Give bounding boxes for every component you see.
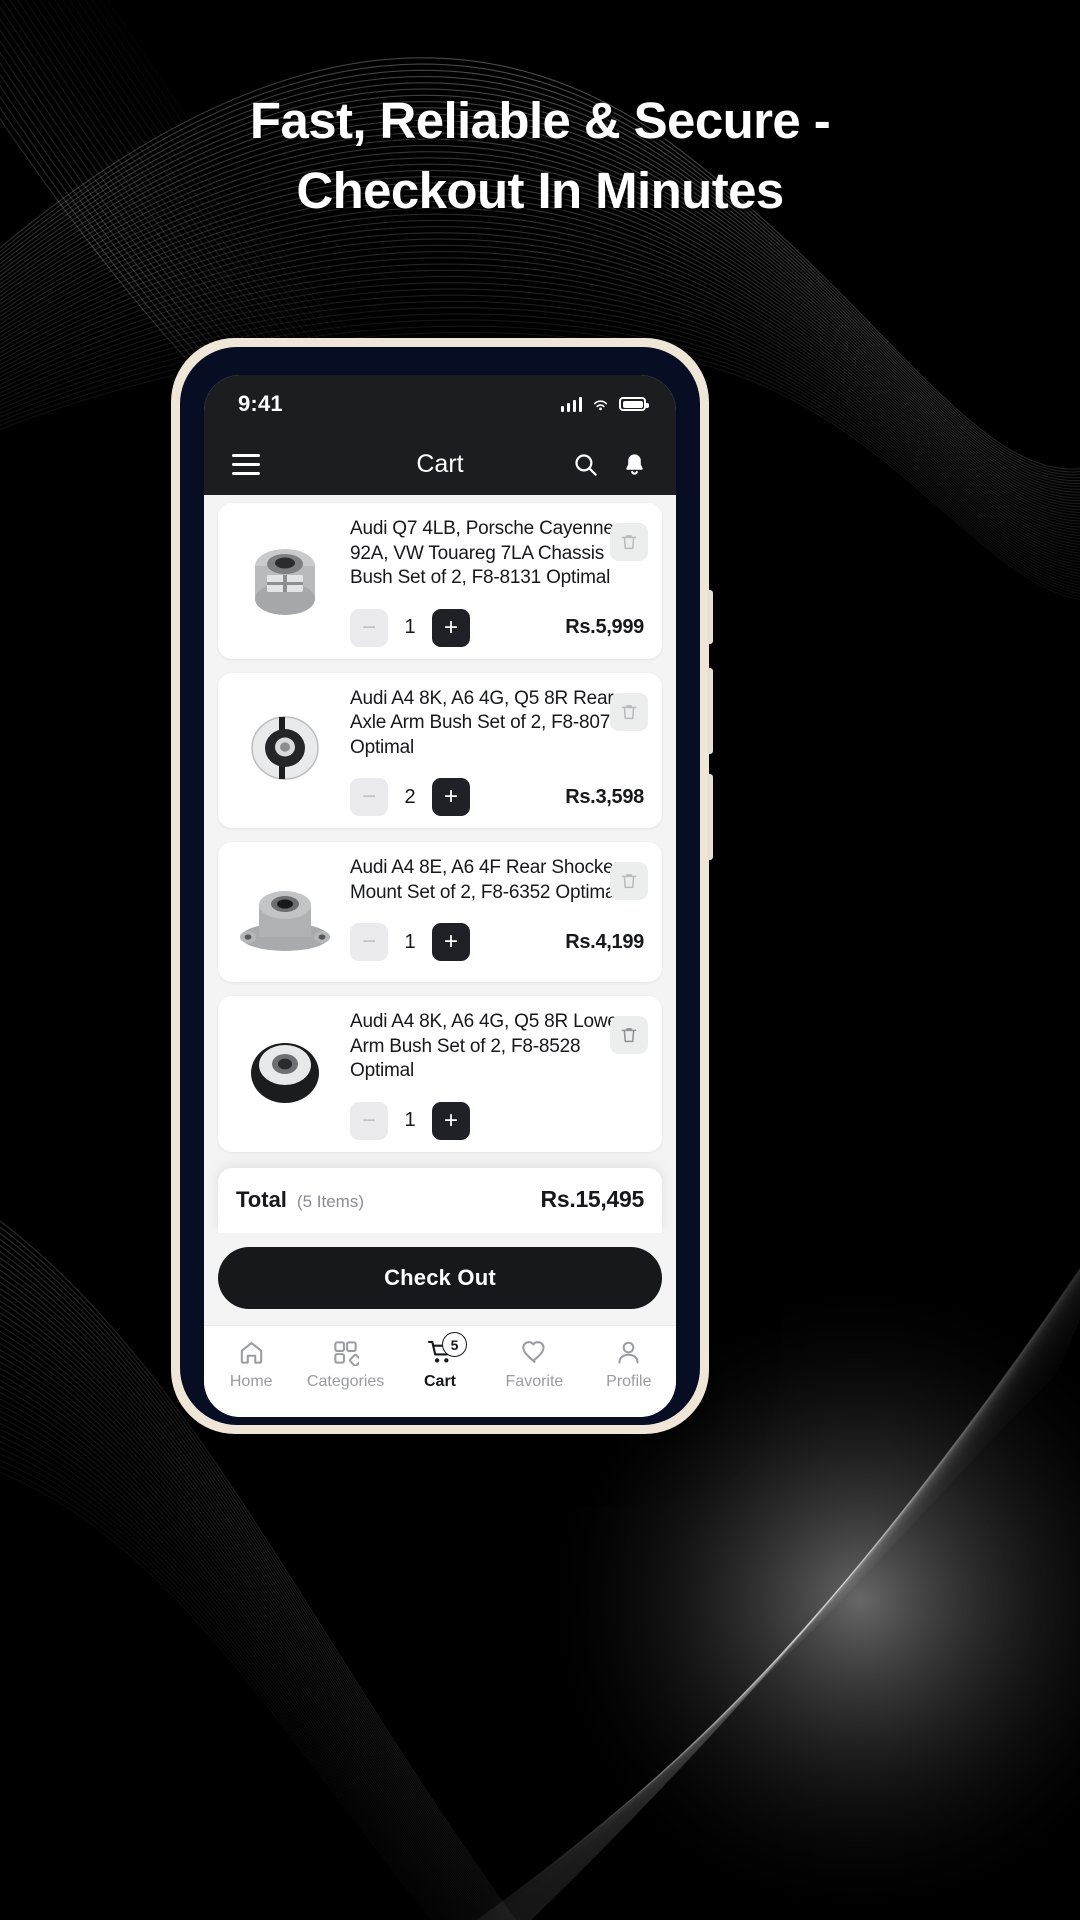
headline-line-2: Checkout In Minutes — [296, 162, 784, 220]
checkout-button[interactable]: Check Out — [218, 1247, 662, 1309]
product-title: Audi A4 8K, A6 4G, Q5 8R Rear Axle Arm B… — [350, 687, 621, 758]
lower-arm-bush-image — [251, 1043, 319, 1103]
cart-item-row[interactable]: Audi A4 8K, A6 4G, Q5 8R Lower Arm Bush … — [218, 996, 662, 1152]
cart-item-controls: − 2 + Rs.3,598 — [350, 778, 644, 816]
phone-screen: 9:41 Cart Audi Q7 4LB, Porsche Cayenne 9… — [204, 375, 676, 1417]
bell-icon[interactable] — [621, 451, 648, 478]
tab-label: Cart — [424, 1373, 457, 1390]
cart-item-details: Audi Q7 4LB, Porsche Cayenne 92A, VW Tou… — [350, 517, 648, 647]
shocker-mount-image — [240, 891, 330, 951]
quantity-value: 2 — [404, 785, 416, 808]
remove-item-button[interactable] — [610, 1016, 648, 1054]
cart-total-bar: Total (5 Items) Rs.15,495 — [218, 1168, 662, 1233]
trash-icon — [621, 1028, 637, 1043]
decrease-quantity-button[interactable]: − — [350, 778, 388, 816]
heart-icon — [522, 1341, 545, 1363]
quantity-stepper: − 1 + — [350, 1101, 470, 1140]
cart-item-details: Audi A4 8K, A6 4G, Q5 8R Rear Axle Arm B… — [350, 687, 648, 816]
cart-badge: 5 — [442, 1332, 468, 1357]
bottom-navigation: Home Categories 5 Cart Favorite Profile — [204, 1325, 676, 1417]
search-icon[interactable] — [572, 451, 599, 478]
tab-label: Categories — [306, 1373, 385, 1390]
remove-item-button[interactable] — [610, 523, 648, 561]
remove-item-button[interactable] — [610, 692, 648, 731]
product-thumbnail — [232, 525, 338, 631]
remove-item-button[interactable] — [610, 862, 648, 900]
headline-line-1: Fast, Reliable & Secure - — [249, 92, 831, 149]
signal-bars-icon — [560, 396, 582, 412]
tab-favorite[interactable]: Favorite — [487, 1339, 581, 1391]
total-amount: Rs.15,495 — [540, 1186, 645, 1212]
hamburger-menu-icon[interactable] — [232, 453, 260, 475]
quantity-value: 1 — [404, 1109, 416, 1131]
tab-label: Profile — [606, 1373, 652, 1390]
cart-item-row[interactable]: Audi A4 8K, A6 4G, Q5 8R Rear Axle Arm B… — [218, 672, 662, 828]
trash-icon — [621, 704, 637, 719]
quantity-value: 1 — [404, 616, 416, 638]
status-bar-time: 9:41 — [238, 391, 283, 416]
trash-icon — [621, 535, 637, 550]
quantity-stepper: − 2 + — [350, 778, 470, 816]
axle-arm-bush-image — [251, 715, 319, 780]
tab-categories[interactable]: Categories — [298, 1339, 392, 1391]
product-price: Rs.4,199 — [565, 930, 644, 953]
tab-label: Home — [229, 1373, 273, 1390]
tab-label: Favorite — [505, 1373, 564, 1390]
cart-item-row[interactable]: Audi A4 8E, A6 4F Rear Shocker Mount Set… — [218, 842, 662, 982]
trash-icon — [621, 874, 637, 889]
product-thumbnail — [232, 864, 338, 970]
grid-icon — [334, 1341, 360, 1366]
increase-quantity-button[interactable]: + — [432, 608, 470, 647]
quantity-stepper: − 1 + — [350, 608, 470, 647]
decrease-quantity-button[interactable]: − — [350, 1101, 388, 1140]
product-thumbnail — [232, 1018, 338, 1124]
phone-side-button-volume-down — [707, 774, 713, 860]
quantity-value: 1 — [404, 930, 416, 953]
tab-cart[interactable]: 5 Cart — [393, 1332, 487, 1391]
cart-item-row[interactable]: Audi Q7 4LB, Porsche Cayenne 92A, VW Tou… — [218, 503, 662, 659]
product-thumbnail — [232, 695, 338, 801]
increase-quantity-button[interactable]: + — [432, 923, 470, 961]
product-title: Audi Q7 4LB, Porsche Cayenne 92A, VW Tou… — [350, 518, 614, 588]
page-headline: Fast, Reliable & Secure - Checkout In Mi… — [0, 86, 1080, 227]
increase-quantity-button[interactable]: + — [432, 778, 470, 816]
total-label: Total — [236, 1187, 287, 1212]
wifi-icon — [593, 399, 608, 410]
cart-item-details: Audi A4 8K, A6 4G, Q5 8R Lower Arm Bush … — [350, 1010, 648, 1140]
phone-side-button-silent — [707, 590, 713, 644]
quantity-stepper: − 1 + — [350, 923, 470, 961]
product-price: Rs.3,598 — [565, 785, 644, 808]
app-bar-actions — [572, 451, 648, 478]
status-bar: 9:41 — [204, 375, 676, 433]
user-icon — [618, 1341, 639, 1364]
chassis-bush-image — [255, 549, 315, 615]
battery-icon — [619, 397, 649, 411]
status-bar-icons — [560, 395, 649, 414]
total-item-count: (5 Items) — [296, 1192, 364, 1211]
decrease-quantity-button[interactable]: − — [350, 608, 388, 647]
phone-mockup: 9:41 Cart Audi Q7 4LB, Porsche Cayenne 9… — [171, 338, 713, 1434]
cart-item-details: Audi A4 8E, A6 4F Rear Shocker Mount Set… — [350, 856, 648, 970]
cart-list[interactable]: Audi Q7 4LB, Porsche Cayenne 92A, VW Tou… — [204, 495, 676, 1233]
decrease-quantity-button[interactable]: − — [350, 923, 388, 961]
phone-side-button-volume-up — [707, 668, 713, 754]
app-bar: Cart — [204, 433, 676, 495]
home-icon — [240, 1342, 262, 1364]
cart-item-controls: − 1 + Rs.4,199 — [350, 923, 644, 961]
checkout-section: Check Out — [204, 1233, 676, 1325]
increase-quantity-button[interactable]: + — [432, 1101, 470, 1140]
cart-item-controls: − 1 + — [350, 1101, 644, 1140]
phone-bezel: 9:41 Cart Audi Q7 4LB, Porsche Cayenne 9… — [180, 347, 700, 1425]
product-price: Rs.5,999 — [565, 616, 644, 638]
cart-item-controls: − 1 + Rs.5,999 — [350, 608, 644, 647]
product-title: Audi A4 8E, A6 4F Rear Shocker Mount Set… — [350, 857, 620, 903]
tab-home[interactable]: Home — [204, 1339, 298, 1391]
tab-profile[interactable]: Profile — [582, 1339, 676, 1391]
product-title: Audi A4 8K, A6 4G, Q5 8R Lower Arm Bush … — [350, 1011, 624, 1081]
